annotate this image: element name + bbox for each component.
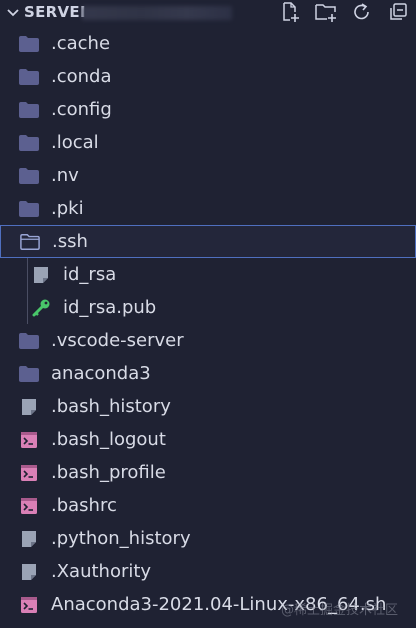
- tree-item-bash-profile[interactable]: .bash_profile: [0, 456, 416, 489]
- folder-icon: [19, 332, 39, 350]
- tree-item-vscode-server[interactable]: .vscode-server: [0, 324, 416, 357]
- workspace-title: SERVEI: [24, 3, 86, 21]
- tree-item-anaconda3[interactable]: anaconda3: [0, 357, 416, 390]
- tree-item-bashrc[interactable]: .bashrc: [0, 489, 416, 522]
- terminal-file-icon: [19, 464, 39, 482]
- refresh-button[interactable]: [350, 0, 374, 24]
- collapse-all-icon: [390, 3, 407, 20]
- tree-item-label: .vscode-server: [51, 330, 184, 351]
- tree-item-ssh[interactable]: .ssh: [0, 225, 416, 258]
- tree-item-local[interactable]: .local: [0, 126, 416, 159]
- folder-icon: [19, 167, 39, 185]
- folder-icon: [19, 134, 39, 152]
- tree-item-xauthority[interactable]: .Xauthority: [0, 555, 416, 588]
- new-folder-icon: [315, 4, 336, 22]
- file-icon: [19, 398, 39, 416]
- tree-item-label: .ssh: [52, 231, 88, 252]
- tree-item-conda[interactable]: .conda: [0, 60, 416, 93]
- folder-icon: [19, 68, 39, 86]
- tree-item-nv[interactable]: .nv: [0, 159, 416, 192]
- terminal-file-icon: [19, 431, 39, 449]
- chevron-down-icon[interactable]: [4, 4, 22, 22]
- tree-item-label: anaconda3: [51, 363, 151, 384]
- tree-item-label: .pki: [51, 198, 84, 219]
- collapse-all-button[interactable]: [386, 0, 410, 24]
- tree-item-label: id_rsa: [63, 264, 117, 285]
- key-icon: [31, 299, 51, 317]
- tree-item-config[interactable]: .config: [0, 93, 416, 126]
- folder-icon: [19, 35, 39, 53]
- new-file-button[interactable]: [278, 0, 302, 24]
- refresh-icon: [354, 3, 369, 20]
- ssh-children: id_rsa id_rsa.pub: [0, 258, 416, 324]
- tree-item-label: .Xauthority: [51, 561, 152, 582]
- file-icon: [19, 530, 39, 548]
- tree-item-pki[interactable]: .pki: [0, 192, 416, 225]
- terminal-file-icon: [19, 497, 39, 515]
- new-folder-button[interactable]: [314, 0, 338, 24]
- tree-item-label: .cache: [51, 33, 111, 54]
- tree-item-id-rsa-pub[interactable]: id_rsa.pub: [0, 291, 416, 324]
- folder-icon: [19, 365, 39, 383]
- tree-item-label: .python_history: [51, 528, 191, 549]
- tree-item-label: .bash_logout: [51, 429, 166, 450]
- tree-item-python-history[interactable]: .python_history: [0, 522, 416, 555]
- file-icon: [19, 563, 39, 581]
- tree-item-label: id_rsa.pub: [63, 297, 157, 318]
- tree-item-label: .bashrc: [51, 495, 117, 516]
- tree-item-bash-logout[interactable]: .bash_logout: [0, 423, 416, 456]
- file-explorer: SERVEI .cache .conda .config .local .nv …: [0, 0, 416, 628]
- tree-item-bash-history[interactable]: .bash_history: [0, 390, 416, 423]
- tree-item-label: .nv: [51, 165, 79, 186]
- terminal-file-icon: [19, 596, 39, 614]
- tree-item-cache[interactable]: .cache: [0, 27, 416, 60]
- folder-icon: [19, 200, 39, 218]
- tree-item-label: .config: [51, 99, 112, 120]
- file-icon: [31, 266, 51, 284]
- file-tree: .cache .conda .config .local .nv .pki .s…: [0, 27, 416, 621]
- explorer-toolbar: [278, 0, 410, 24]
- tree-item-label: .bash_profile: [51, 462, 166, 483]
- tree-item-label: .conda: [51, 66, 112, 87]
- folder-open-icon: [20, 233, 40, 251]
- redacted-workspace-name: [82, 6, 232, 20]
- explorer-header[interactable]: SERVEI: [0, 0, 416, 26]
- tree-item-id-rsa[interactable]: id_rsa: [0, 258, 416, 291]
- tree-item-label: .bash_history: [51, 396, 171, 417]
- new-file-icon: [283, 2, 299, 22]
- folder-icon: [19, 101, 39, 119]
- tree-item-label: .local: [51, 132, 99, 153]
- watermark: @稀土掘金技术社区: [280, 603, 398, 618]
